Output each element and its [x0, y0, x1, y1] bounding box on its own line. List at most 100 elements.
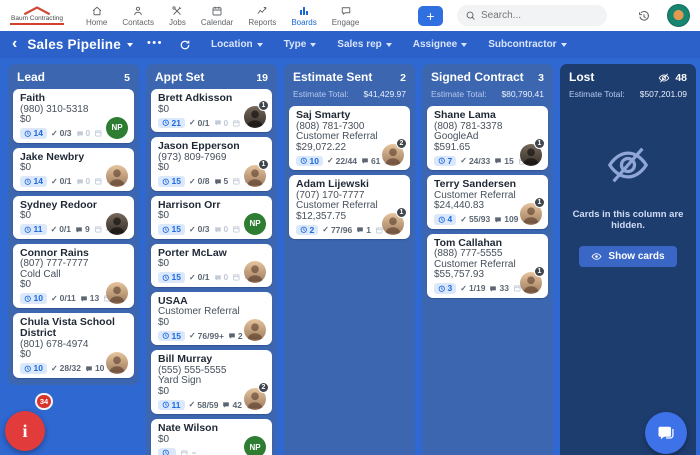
days-in-status-badge: 15 — [158, 176, 185, 187]
card-saj-smarty[interactable]: Saj Smarty (808) 781-7300 Customer Referra… — [289, 106, 410, 170]
help-widget-button[interactable]: i — [5, 411, 45, 451]
card-sydney-redoor[interactable]: Sydney Redoor $0 11 ✓ 0/1 9 — [13, 195, 134, 239]
column-signed-contract: Signed Contract 3 Estimate Total: $80,790.4… — [422, 64, 553, 455]
eye-slash-icon — [658, 72, 670, 84]
app-window: Baum Contracting Home Contacts Jobs Calenda… — [0, 0, 700, 455]
filter-label: Location — [211, 39, 253, 50]
help-widget-badge: 34 — [35, 393, 53, 410]
comments-badge: 0 — [76, 129, 90, 138]
card-jason-epperson[interactable]: Jason Epperson (973) 809-7969 $0 15 ✓ 0/8 5 1 — [151, 137, 272, 191]
comment-icon — [85, 365, 93, 373]
days-value: 4 — [447, 214, 453, 225]
card-brett-adkisson[interactable]: Brett Adkisson $0 21 ✓ 0/1 0 1 — [151, 89, 272, 132]
days-value: 10 — [309, 155, 319, 166]
show-cards-button[interactable]: Show cards — [579, 246, 677, 267]
avatar — [106, 281, 128, 304]
column-header: Estimate Sent 2 — [284, 64, 415, 89]
days-value: 15 — [171, 176, 181, 187]
dash-placeholder — [192, 452, 196, 454]
tasks-badge: ✓ 0/1 — [51, 225, 72, 234]
column-estimate-row: Estimate Total: $80,790.41 — [422, 89, 553, 106]
column-count: 3 — [538, 72, 544, 84]
card-usaa[interactable]: USAA Customer Referral $0 15 ✓ 76/99+ 2 — [151, 291, 272, 345]
filter-bar: Location Type Sales rep Assignee Subcontract… — [211, 39, 567, 50]
more-options-icon[interactable]: ••• — [147, 37, 163, 49]
days-in-status-badge: 11 — [158, 399, 185, 411]
card-terry-sandersen[interactable]: Terry Sandersen Customer Referral $24,440.… — [427, 175, 548, 229]
card-name: Harrison Orr — [158, 198, 221, 211]
days-value: 10 — [33, 293, 43, 304]
card-jake-newbry[interactable]: Jake Newbry $0 14 ✓ 0/1 0 — [13, 147, 134, 191]
chevron-down-icon — [126, 42, 133, 47]
user-avatar[interactable] — [667, 4, 690, 27]
nav-item-boards[interactable]: Boards — [291, 5, 317, 27]
filter-type[interactable]: Type — [284, 39, 317, 50]
history-icon[interactable] — [637, 9, 651, 23]
filter-assignee[interactable]: Assignee — [413, 39, 468, 50]
page-title: Sales Pipeline — [27, 37, 121, 52]
column-header: Appt Set 19 — [146, 64, 277, 89]
nav-item-home[interactable]: Home — [86, 5, 107, 27]
card-name: Porter McLaw — [158, 246, 227, 259]
column-estimate-row: Estimate Total: $507,201.09 — [560, 89, 696, 106]
filter-label: Sales rep — [337, 39, 382, 50]
column-lead: Lead 5 Faith (980) 310-5318 $0 14 ✓ 0/3 0 NP Jake … — [8, 64, 139, 385]
days-in-status-badge: 15 — [158, 272, 185, 283]
logo-roof-icon — [23, 6, 51, 15]
nav-item-reports[interactable]: Reports — [248, 5, 276, 27]
nav-item-jobs[interactable]: Jobs — [169, 5, 186, 27]
company-logo[interactable]: Baum Contracting — [10, 6, 65, 25]
search-box[interactable] — [457, 5, 607, 26]
comments-badge: 42 — [222, 401, 242, 410]
filter-location[interactable]: Location — [211, 39, 263, 50]
notification-badge: 1 — [258, 100, 269, 111]
card-adam-lijewski[interactable]: Adam Lijewski (707) 170-7777 Customer Refe… — [289, 175, 410, 239]
estimate-total-label: Estimate Total: — [293, 89, 349, 99]
add-button[interactable]: + — [418, 5, 443, 26]
tasks-value: 0/3 — [197, 224, 210, 235]
nav-item-contacts[interactable]: Contacts — [122, 5, 154, 27]
card-chula-vista-school-district[interactable]: Chula Vista School District (801) 678-497… — [13, 312, 134, 378]
card-nate-wilson[interactable]: Nate Wilson $0 NP — [151, 419, 272, 455]
comment-icon — [214, 274, 222, 282]
card-shane-lama[interactable]: Shane Lama (808) 781-3378 GoogleAd $591.65 7… — [427, 106, 548, 170]
search-input[interactable] — [481, 10, 599, 21]
person-icon — [244, 260, 266, 283]
nav-item-calendar[interactable]: Calendar — [201, 5, 233, 27]
card-harrison-orr[interactable]: Harrison Orr $0 15 ✓ 0/3 0 NP — [151, 195, 272, 239]
days-value: 7 — [447, 155, 453, 166]
comment-icon — [356, 226, 364, 234]
chat-widget-button[interactable] — [645, 412, 687, 454]
filter-sales-rep[interactable]: Sales rep — [337, 39, 392, 50]
days-in-status-badge: 10 — [20, 363, 47, 374]
column-estimate-row: Estimate Total: $41,429.97 — [284, 89, 415, 106]
back-chevron-icon[interactable]: ‹ — [12, 35, 17, 54]
column-lost: Lost 48 Estimate Total: $507,201.09 Cards in… — [560, 64, 696, 455]
person-icon — [106, 164, 128, 187]
comments-badge: 2 — [228, 332, 243, 341]
card-bill-murray[interactable]: Bill Murray (555) 555-5555 Yard Sign $0 11 ✓ 5… — [151, 350, 272, 414]
card-tom-callahan[interactable]: Tom Callahan (888) 777-5555 Customer Refer… — [427, 233, 548, 298]
hidden-cards-panel: Cards in this column are hidden. Show car… — [560, 106, 696, 267]
avatar: 2 — [244, 382, 269, 410]
days-in-status-badge — [158, 448, 176, 455]
estimate-total-value: $80,790.41 — [501, 89, 544, 99]
calendar-icon — [211, 5, 223, 17]
tasks-value: 0/8 — [197, 176, 210, 187]
board-title-dropdown[interactable]: Sales Pipeline — [27, 37, 133, 52]
refresh-icon[interactable] — [179, 39, 191, 51]
chevron-down-icon — [560, 42, 567, 47]
card-name: Bill Murray — [158, 353, 213, 365]
card-porter-mclaw[interactable]: Porter McLaw $0 15 ✓ 0/1 0 — [151, 243, 272, 287]
calendar-small-icon — [94, 225, 103, 234]
filter-subcontractor[interactable]: Subcontractor — [488, 39, 567, 50]
days-value: 3 — [447, 283, 453, 294]
nav-item-engage[interactable]: Engage — [332, 5, 359, 27]
card-faith[interactable]: Faith (980) 310-5318 $0 14 ✓ 0/3 0 NP — [13, 89, 134, 143]
column-count-value: 3 — [538, 71, 544, 84]
comment-icon — [489, 285, 497, 293]
calendar-small-icon — [232, 119, 241, 128]
days-value: 15 — [171, 330, 181, 341]
check-icon: ✓ — [322, 225, 329, 234]
card-connor-rains[interactable]: Connor Rains (807) 777-7777 Cold Call $0 10 ✓… — [13, 243, 134, 308]
